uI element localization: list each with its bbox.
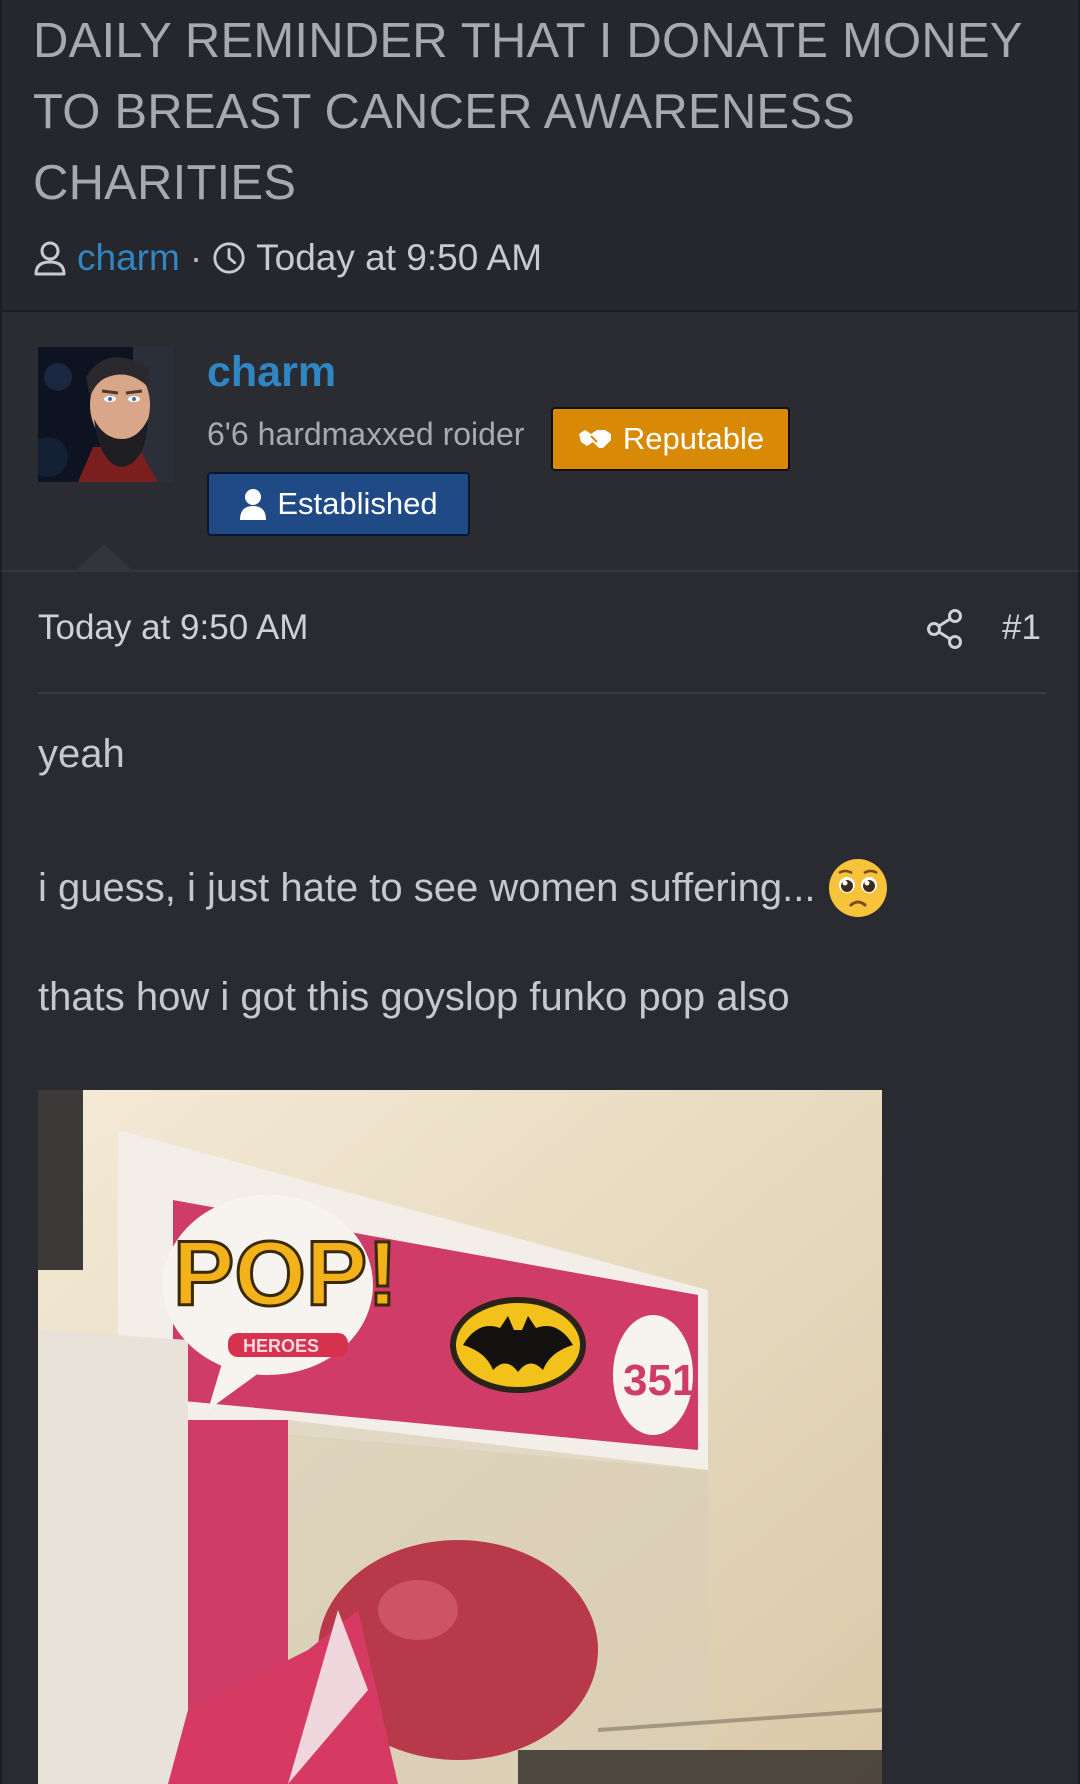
forum-thread-page: DAILY REMINDER THAT I DONATE MONEY TO BR… bbox=[0, 0, 1080, 1784]
box-number-text: 351 bbox=[623, 1356, 696, 1405]
post-date-link[interactable]: Today at 9:50 AM bbox=[38, 608, 308, 648]
post-text-line-with-emoji: i guess, i just hate to see women suffer… bbox=[38, 857, 889, 919]
post-image-attachment[interactable]: POP! HEROES 351 bbox=[38, 1090, 882, 1784]
funko-pop-photo: POP! HEROES 351 bbox=[38, 1090, 882, 1784]
handshake-icon bbox=[578, 430, 611, 448]
thread-author-link[interactable]: charm bbox=[77, 237, 180, 279]
avatar-image bbox=[38, 347, 173, 482]
post-number-link[interactable]: #1 bbox=[1002, 608, 1041, 648]
meta-separator: · bbox=[189, 237, 203, 278]
thread-title: DAILY REMINDER THAT I DONATE MONEY TO BR… bbox=[33, 14, 1022, 210]
user-icon bbox=[240, 489, 267, 520]
post-user-block: charm 6'6 hardmaxxed roider Reputable Es… bbox=[0, 312, 1080, 572]
established-badge-label: Established bbox=[277, 486, 438, 521]
user-icon bbox=[34, 241, 66, 276]
post-text-line: i guess, i just hate to see women suffer… bbox=[38, 865, 816, 910]
thread-meta: charm · Today at 9:50 AM bbox=[33, 230, 542, 286]
post: Today at 9:50 AM #1 yeah i guess, i just… bbox=[0, 572, 1080, 1784]
post-text-line: yeah bbox=[38, 732, 125, 776]
share-icon[interactable] bbox=[926, 608, 964, 650]
thread-header: DAILY REMINDER THAT I DONATE MONEY TO BR… bbox=[0, 0, 1080, 312]
avatar[interactable] bbox=[38, 347, 173, 482]
post-divider bbox=[38, 692, 1046, 694]
post-text-line: thats how i got this goyslop funko pop a… bbox=[38, 975, 790, 1019]
clock-icon bbox=[213, 242, 245, 274]
pop-sub-text: HEROES bbox=[243, 1336, 319, 1356]
reputable-badge-label: Reputable bbox=[622, 421, 765, 456]
user-arrow-pointer bbox=[74, 544, 134, 572]
user-title: 6'6 hardmaxxed roider bbox=[207, 416, 525, 452]
reputable-badge: Reputable bbox=[551, 407, 790, 471]
pop-logo-text: POP! bbox=[173, 1223, 398, 1325]
pleading-face-emoji bbox=[829, 859, 888, 917]
thread-date-link[interactable]: Today at 9:50 AM bbox=[256, 237, 542, 279]
username-link[interactable]: charm bbox=[207, 348, 336, 397]
established-badge: Established bbox=[207, 472, 470, 536]
